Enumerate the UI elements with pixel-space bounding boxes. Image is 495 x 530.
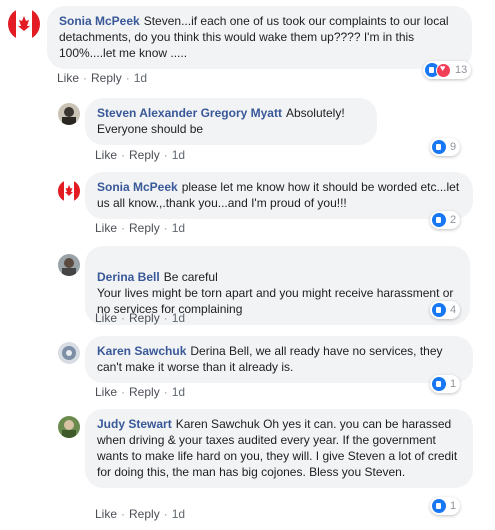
avatar-steven[interactable] [58, 103, 80, 125]
like-reaction-icon [432, 377, 446, 391]
reply-link[interactable]: Reply [91, 71, 122, 85]
timestamp[interactable]: 1d [172, 507, 185, 521]
comment-author[interactable]: Sonia McPeek [59, 14, 140, 28]
like-link[interactable]: Like [95, 311, 117, 325]
like-link[interactable]: Like [57, 71, 79, 85]
comment-author[interactable]: Karen Sawchuk [97, 344, 186, 358]
like-link[interactable]: Like [95, 221, 117, 235]
love-reaction-icon [436, 62, 451, 78]
avatar-canada-flag[interactable] [58, 180, 80, 202]
comment-actions: Like · Reply · 1d [57, 71, 148, 85]
timestamp[interactable]: 1d [172, 221, 185, 235]
like-reaction-icon [432, 213, 446, 227]
timestamp[interactable]: 1d [172, 148, 185, 162]
timestamp[interactable]: 1d [172, 311, 185, 325]
comment-bubble: Judy Stewart Karen Sawchuk Oh yes it can.… [85, 409, 473, 488]
comment-author[interactable]: Steven Alexander Gregory Myatt [97, 106, 282, 120]
comment-bubble: Karen Sawchuk Derina Bell, we all ready h… [85, 336, 473, 383]
comment-actions: Like · Reply · 1d [95, 507, 186, 521]
comment-author[interactable]: Sonia McPeek [97, 180, 178, 194]
comment-actions: Like · Reply · 1d [95, 385, 186, 399]
reply-link[interactable]: Reply [129, 148, 160, 162]
comment-author[interactable]: Derina Bell [97, 270, 160, 284]
like-link[interactable]: Like [95, 385, 117, 399]
reaction-count[interactable]: 2 [430, 211, 461, 229]
reply-link[interactable]: Reply [129, 311, 160, 325]
like-reaction-icon [432, 303, 446, 317]
like-reaction-icon [432, 140, 446, 154]
reaction-count[interactable]: 1 [430, 375, 461, 393]
avatar-derina[interactable] [58, 254, 80, 276]
reply-link[interactable]: Reply [129, 385, 160, 399]
reaction-count[interactable]: 13 [423, 61, 472, 79]
comment-bubble: Sonia McPeek please let me know how it sh… [85, 172, 473, 219]
reply-link[interactable]: Reply [129, 221, 160, 235]
comment-actions: Like · Reply · 1d [95, 221, 186, 235]
timestamp[interactable]: 1d [172, 385, 185, 399]
reaction-count[interactable]: 9 [430, 138, 461, 156]
reaction-count[interactable]: 4 [430, 301, 461, 319]
like-reaction-icon [432, 499, 446, 513]
like-link[interactable]: Like [95, 507, 117, 521]
reply-link[interactable]: Reply [129, 507, 160, 521]
comment-author[interactable]: Judy Stewart [97, 417, 172, 431]
reaction-count[interactable]: 1 [430, 497, 461, 515]
comment-actions: Like · Reply · 1d [95, 311, 186, 325]
avatar-judy[interactable] [58, 416, 80, 438]
comment-bubble: Steven Alexander Gregory Myatt Absolutely… [85, 98, 377, 145]
like-link[interactable]: Like [95, 148, 117, 162]
timestamp[interactable]: 1d [134, 71, 147, 85]
comment-actions: Like · Reply · 1d [95, 148, 186, 162]
avatar-canada-flag[interactable] [8, 8, 40, 40]
avatar-karen[interactable] [58, 342, 80, 364]
comment-bubble: Sonia McPeek Steven...if each one of us t… [47, 6, 472, 69]
